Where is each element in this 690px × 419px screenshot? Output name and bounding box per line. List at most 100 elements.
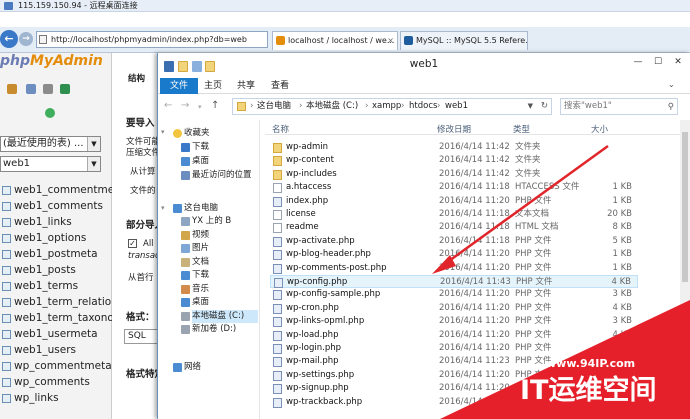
table-list-item[interactable]: web1_comments <box>0 199 112 214</box>
file-name: wp-admin <box>286 142 329 152</box>
column-header <box>265 120 690 135</box>
nav-pc-item[interactable]: 桌面 <box>181 296 209 309</box>
chevron-down-icon[interactable]: ▼ <box>528 99 533 114</box>
column-date[interactable]: 修改日期 <box>437 123 471 135</box>
table-list-item[interactable]: web1_commentmeta <box>0 183 112 198</box>
nav-network[interactable]: 网络 <box>173 361 202 374</box>
nav-fav-item[interactable]: 桌面 <box>181 155 209 168</box>
minimize-button[interactable]: — <box>629 56 647 69</box>
nav-fav-item[interactable]: 下载 <box>181 141 209 154</box>
refresh-icon[interactable]: ↻ <box>541 99 548 114</box>
breadcrumb-this-pc[interactable]: 这台电脑 <box>257 99 291 114</box>
expand-icon[interactable]: ▾ <box>161 204 165 212</box>
ribbon-tab-share[interactable]: 共享 <box>237 78 255 94</box>
address-bar[interactable]: › 这台电脑 › 本地磁盘 (C:) › xampp › htdocs › we… <box>232 98 552 115</box>
ribbon-tab-file[interactable]: 文件 <box>160 78 198 94</box>
search-icon: ⚲ <box>667 102 674 112</box>
nav-favorites[interactable]: 收藏夹 <box>173 127 210 140</box>
nav-pc-item[interactable]: 本地磁盘 (C:) <box>181 309 258 323</box>
ribbon-tab-home[interactable]: 主页 <box>204 78 222 94</box>
folder-icon <box>237 102 246 111</box>
table-list-item[interactable]: web1_postmeta <box>0 247 112 262</box>
table-list-item[interactable]: web1_options <box>0 231 112 246</box>
nav-pc-item[interactable]: 视频 <box>181 229 209 242</box>
close-tab-icon[interactable]: × <box>387 32 394 49</box>
home-icon[interactable] <box>7 84 17 94</box>
nav-pc-item[interactable]: YX 上的 B <box>181 215 231 228</box>
reload-icon[interactable] <box>45 108 55 118</box>
allow-interrupt-checkbox[interactable]: ✓ <box>128 239 137 248</box>
recent-tables-select[interactable]: (最近使用的表) ... ▼ <box>0 136 101 152</box>
nav-this-pc[interactable]: 这台电脑 <box>173 202 218 215</box>
breadcrumb-sep-icon: › <box>250 101 254 111</box>
breadcrumb-sep-icon: › <box>401 101 405 111</box>
table-list-item[interactable]: wp_links <box>0 391 112 406</box>
forward-button[interactable]: → <box>19 32 33 46</box>
nav-pc-item[interactable]: 音乐 <box>181 283 209 296</box>
nav-pc-item[interactable]: 下载 <box>181 269 209 282</box>
sql-query-icon[interactable] <box>26 84 36 94</box>
breadcrumb-web1[interactable]: web1 <box>445 99 468 114</box>
table-list-item[interactable]: web1_usermeta <box>0 327 112 342</box>
search-box[interactable]: 搜索"web1" ⚲ <box>560 98 678 115</box>
table-icon <box>2 202 11 211</box>
ribbon-expand-icon[interactable]: ⌄ <box>668 80 675 89</box>
column-type[interactable]: 类型 <box>513 123 530 135</box>
nav-pc-item[interactable]: 文档 <box>181 256 209 269</box>
new-folder-icon[interactable] <box>205 61 215 72</box>
table-list-item[interactable]: web1_term_taxono <box>0 311 112 326</box>
chevron-down-icon: ▼ <box>87 137 100 151</box>
network-icon <box>173 363 182 372</box>
breadcrumb-sep-icon: › <box>299 101 303 111</box>
php-file-icon <box>273 397 282 408</box>
nav-fav-item[interactable]: 最近访问的位置 <box>181 169 252 182</box>
ribbon-tab-view[interactable]: 查看 <box>271 78 289 94</box>
file-name: wp-links-opml.php <box>286 316 365 327</box>
browser-tab-pma[interactable]: localhost / localhost / we... × <box>272 31 398 50</box>
file-name: wp-login.php <box>286 343 342 353</box>
database-select[interactable]: web1 ▼ <box>0 156 101 172</box>
nav-pc-item[interactable]: 图片 <box>181 242 210 255</box>
watermark-brand: IT运维空间 <box>520 375 657 406</box>
mysql-tab-icon <box>404 36 413 45</box>
table-list-item[interactable]: web1_links <box>0 215 112 230</box>
properties-icon[interactable] <box>192 61 202 72</box>
breadcrumb-xampp[interactable]: xampp <box>372 99 401 114</box>
recent-locations-icon[interactable]: ▾ <box>198 103 202 111</box>
column-size[interactable]: 大小 <box>591 123 608 135</box>
browser-tab-mysql[interactable]: MySQL :: MySQL 5.5 Refere... <box>400 31 528 50</box>
phpmyadmin-logo[interactable]: phpMyAdmin <box>0 53 108 69</box>
folder-icon <box>181 257 190 267</box>
folder-icon[interactable] <box>178 61 188 72</box>
close-button[interactable]: ✕ <box>669 56 687 69</box>
breadcrumb-sep-icon: › <box>437 101 441 111</box>
expand-icon[interactable]: ▾ <box>161 128 165 136</box>
logo-myadmin: MyAdmin <box>30 53 103 69</box>
file-name: wp-load.php <box>286 329 339 340</box>
forward-arrow-icon[interactable]: → <box>181 100 189 111</box>
nav-label: 网络 <box>184 362 202 372</box>
back-button[interactable]: ← <box>0 30 18 48</box>
table-list-item[interactable]: wp_comments <box>0 375 112 390</box>
column-name[interactable]: 名称 <box>272 123 289 135</box>
back-arrow-icon[interactable]: ← <box>164 100 172 111</box>
breadcrumb-local-disk[interactable]: 本地磁盘 (C:) <box>306 99 358 114</box>
table-icon <box>2 362 11 371</box>
chevron-down-icon: ▼ <box>87 157 100 171</box>
docs-icon[interactable] <box>43 84 53 94</box>
scrollbar-thumb[interactable] <box>682 132 688 282</box>
table-list-item[interactable]: web1_terms <box>0 279 112 294</box>
url-bar[interactable]: http://localhost/phpmyadmin/index.php?db… <box>36 31 268 48</box>
table-list-item[interactable]: web1_users <box>0 343 112 358</box>
up-arrow-icon[interactable]: ↑ <box>211 100 219 111</box>
maximize-button[interactable]: ☐ <box>649 56 667 69</box>
breadcrumb-htdocs[interactable]: htdocs <box>409 99 437 114</box>
nav-pc-item[interactable]: 新加卷 (D:) <box>181 323 236 336</box>
remote-desktop-title-bar: 115.159.150.94 - 远程桌面连接 <box>0 0 690 12</box>
table-list-item[interactable]: wp_commentmeta <box>0 359 112 374</box>
table-list-item[interactable]: web1_term_relation <box>0 295 112 310</box>
settings-icon[interactable] <box>60 84 70 94</box>
structure-tab[interactable]: 结构 <box>128 72 145 84</box>
table-list-item[interactable]: web1_posts <box>0 263 112 278</box>
nav-label: 图片 <box>192 243 210 253</box>
